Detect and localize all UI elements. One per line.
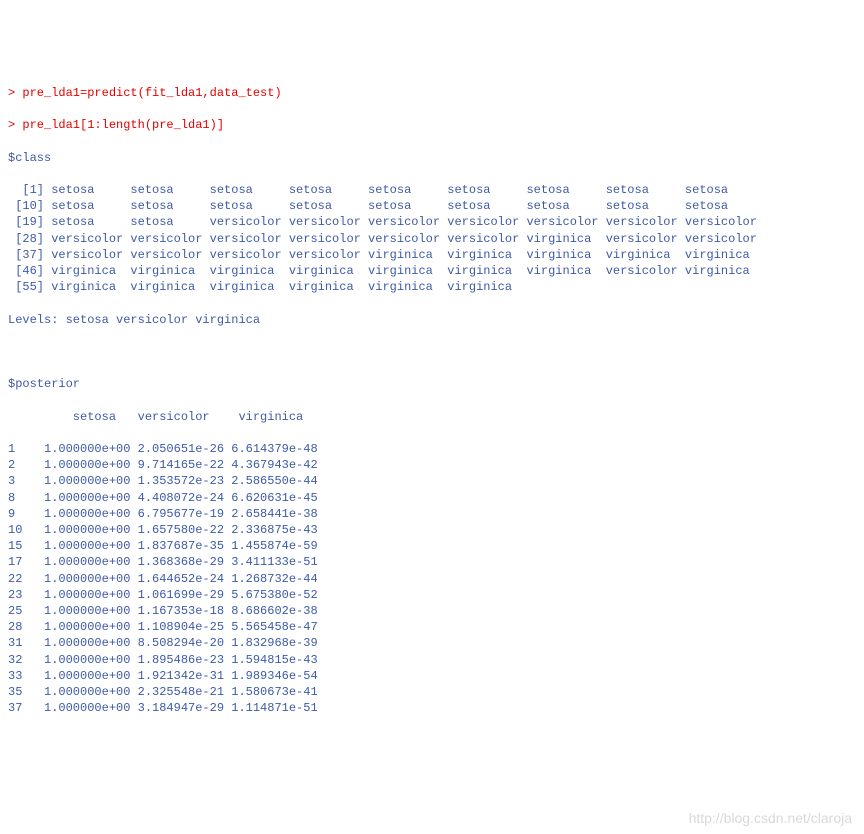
- r-console[interactable]: > pre_lda1=predict(fit_lda1,data_test) >…: [8, 69, 856, 733]
- posterior-block: 1 1.000000e+00 2.050651e-26 6.614379e-48…: [8, 441, 856, 716]
- posterior-header: $posterior: [8, 376, 856, 392]
- class-header: $class: [8, 150, 856, 166]
- levels-line: Levels: setosa versicolor virginica: [8, 312, 856, 328]
- class-block: [1] setosa setosa setosa setosa setosa s…: [8, 182, 856, 295]
- blank-line: [8, 344, 856, 360]
- posterior-col-header: setosa versicolor virginica: [8, 409, 856, 425]
- command-line-1: > pre_lda1=predict(fit_lda1,data_test): [8, 85, 856, 101]
- watermark: http://blog.csdn.net/claroja: [689, 809, 852, 828]
- command-line-2: > pre_lda1[1:length(pre_lda1)]: [8, 117, 856, 133]
